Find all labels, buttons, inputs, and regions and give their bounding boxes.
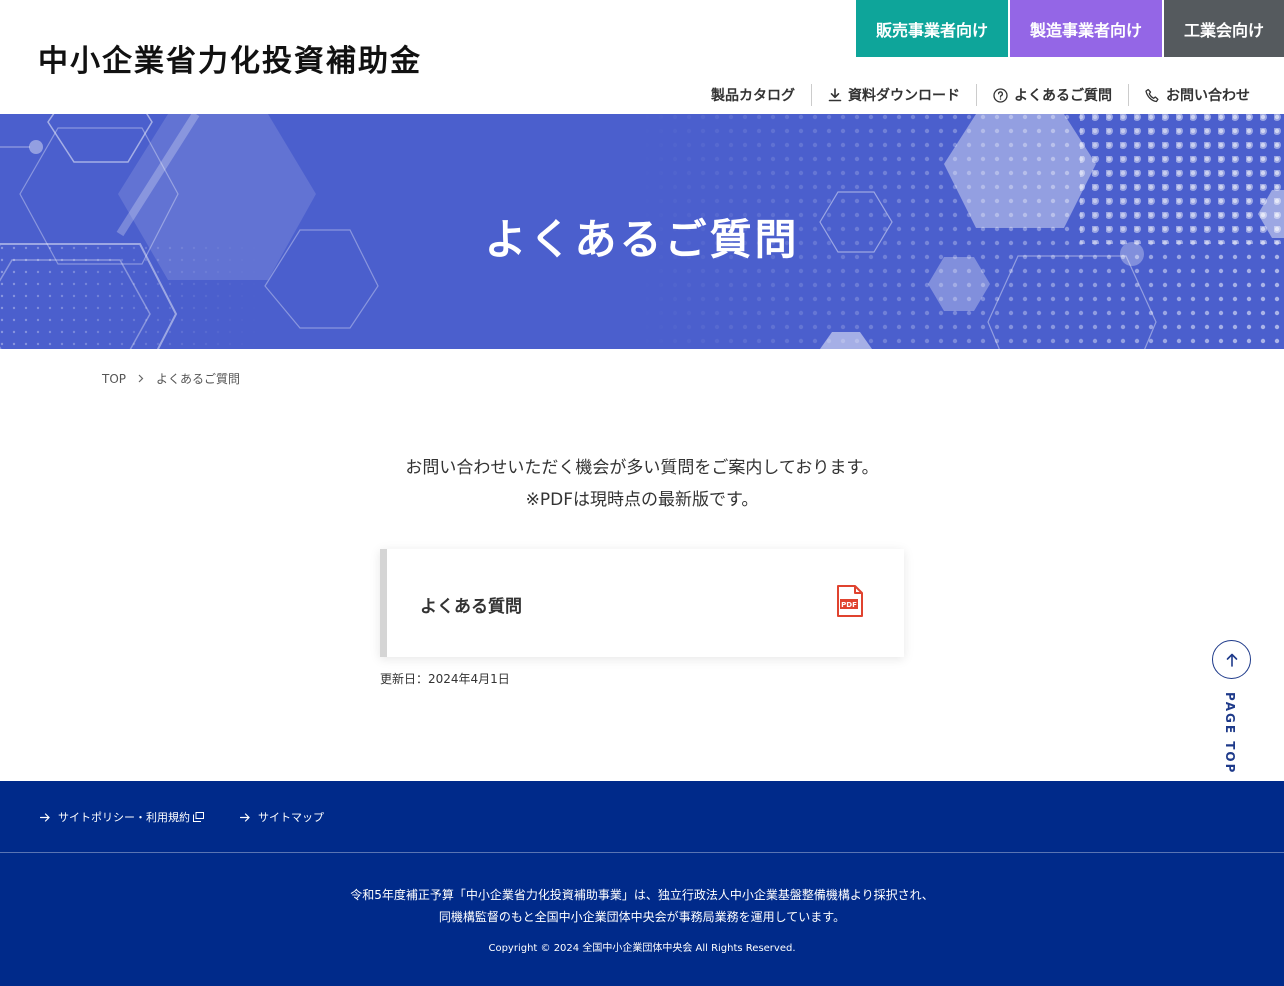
tab-sales-business[interactable]: 販売事業者向け <box>856 0 1008 57</box>
intro-line-1: お問い合わせいただく機会が多い質問をご案内しております。 <box>405 458 879 478</box>
breadcrumb-home-link[interactable]: TOP <box>102 372 126 386</box>
page-title: よくあるご質問 <box>484 215 800 264</box>
site-header: 中小企業省力化投資補助金 販売事業者向け 製造事業者向け 工業会向け 製品カタロ… <box>0 0 1284 114</box>
footer-link-sitemap[interactable]: サイトマップ <box>240 809 324 825</box>
footer-link-sitemap-label: サイトマップ <box>258 811 324 824</box>
updated-date: 更新日：2024年4月1日 <box>380 672 510 686</box>
audience-tabs: 販売事業者向け 製造事業者向け 工業会向け <box>854 0 1284 57</box>
nav-document-download[interactable]: 資料ダウンロード <box>811 84 976 106</box>
download-icon <box>828 88 842 102</box>
footer-note: 令和5年度補正予算「中小企業省力化投資補助事業」は、独立行政法人中小企業基盤整備… <box>0 884 1284 928</box>
breadcrumb: TOP よくあるご質問 <box>102 370 240 387</box>
site-logo[interactable]: 中小企業省力化投資補助金 <box>38 36 422 80</box>
copyright: Copyright © 2024 全国中小企業団体中央会 All Rights … <box>488 943 796 954</box>
phone-icon <box>1145 88 1159 102</box>
faq-pdf-card-title: よくある質問 <box>420 597 522 617</box>
page-top-button[interactable]: PAGE TOP <box>1212 640 1252 774</box>
breadcrumb-current: よくあるご質問 <box>156 372 241 386</box>
nav-product-catalog[interactable]: 製品カタログ <box>695 84 811 106</box>
tab-industry-association[interactable]: 工業会向け <box>1164 0 1284 57</box>
nav-faq[interactable]: よくあるご質問 <box>976 84 1128 106</box>
nav-contact[interactable]: お問い合わせ <box>1128 84 1266 106</box>
nav-document-download-label: 資料ダウンロード <box>848 88 960 104</box>
footer-link-site-policy-label: サイトポリシー・利用規約 <box>58 811 190 824</box>
page-hero: よくあるご質問 <box>0 114 1284 349</box>
question-circle-icon <box>993 87 1008 103</box>
sub-navigation: 製品カタログ 資料ダウンロード よくあるご質問 お問い合わせ <box>695 84 1266 106</box>
faq-pdf-card[interactable]: よくある質問 PDF <box>380 549 904 657</box>
footer-note-line-2: 同機構監督のもと全国中小企業団体中央会が事務局業務を運用しています。 <box>438 910 846 924</box>
tab-manufacturer[interactable]: 製造事業者向け <box>1010 0 1162 57</box>
page-top-circle <box>1212 640 1251 679</box>
footer-link-site-policy[interactable]: サイトポリシー・利用規約 <box>40 809 212 825</box>
chevron-right-icon <box>138 372 144 386</box>
svg-text:PDF: PDF <box>841 601 857 609</box>
page-top-label: PAGE TOP <box>1223 692 1237 775</box>
nav-contact-label: お問い合わせ <box>1166 88 1250 104</box>
intro-line-2: ※PDFは現時点の最新版です。 <box>525 490 759 510</box>
external-window-icon <box>193 812 204 822</box>
arrow-right-icon <box>40 812 50 822</box>
footer-divider <box>0 852 1284 853</box>
footer-note-line-1: 令和5年度補正予算「中小企業省力化投資補助事業」は、独立行政法人中小企業基盤整備… <box>350 888 934 902</box>
intro-text: お問い合わせいただく機会が多い質問をご案内しております。 ※PDFは現時点の最新… <box>0 452 1284 516</box>
nav-faq-label: よくあるご質問 <box>1014 88 1112 104</box>
nav-product-catalog-label: 製品カタログ <box>711 88 795 104</box>
site-footer: サイトポリシー・利用規約 サイトマップ 令和5年度補正予算「中小企業省力化投資補… <box>0 781 1284 986</box>
pdf-file-icon: PDF <box>837 585 863 617</box>
arrow-right-icon <box>240 812 250 822</box>
arrow-up-icon <box>1226 653 1237 667</box>
footer-links: サイトポリシー・利用規約 サイトマップ <box>40 809 352 825</box>
